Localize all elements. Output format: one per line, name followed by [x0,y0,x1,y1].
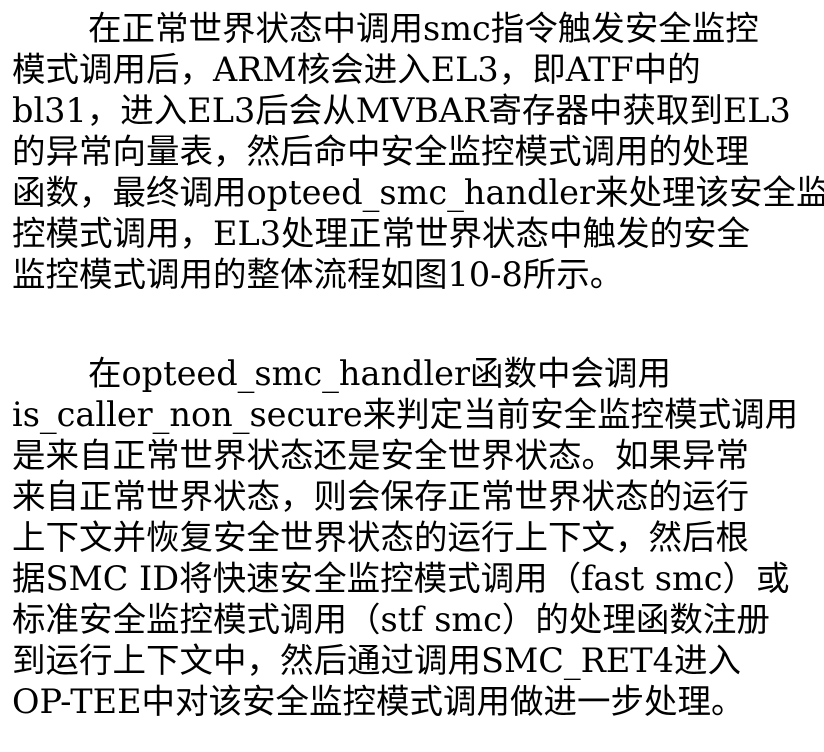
text-line: 是来自正常世界状态还是安全世界状态。如果异常 [12,436,749,475]
text-line: is_caller_non_secure来判定当前安全监控模式调用 [12,395,799,434]
paragraph-smc-flow: 在正常世界状态中调用smc指令触发安全监控 模式调用后，ARM核会进入EL3，即… [12,8,824,295]
paragraph-opteed-handler: 在opteed_smc_handler函数中会调用 is_caller_non_… [12,353,798,722]
text-line: OP-TEE中对该安全监控模式调用做进一步处理。 [12,682,745,721]
text-line: 到运行上下文中，然后通过调用SMC_RET4进入 [12,641,741,680]
text-line: 来自正常世界状态，则会保存正常世界状态的运行 [12,477,749,516]
text-line: 函数，最终调用opteed_smc_handler来处理该安全监 [12,173,824,212]
document-page: 在正常世界状态中调用smc指令触发安全监控 模式调用后，ARM核会进入EL3，即… [0,0,824,752]
text-line: 在opteed_smc_handler函数中会调用 [88,354,672,393]
text-line: 在正常世界状态中调用smc指令触发安全监控 [88,9,759,48]
text-line: 监控模式调用的整体流程如图10-8所示。 [12,255,624,294]
text-line: 模式调用后，ARM核会进入EL3，即ATF中的 [12,50,701,89]
text-line: 据SMC ID将快速安全监控模式调用（fast smc）或 [12,559,790,598]
text-line: 控模式调用，EL3处理正常世界状态中触发的安全 [12,214,751,253]
text-line: bl31，进入EL3后会从MVBAR寄存器中获取到EL3 [12,91,791,130]
text-line: 上下文并恢复安全世界状态的运行上下文，然后根 [12,518,749,557]
text-line: 标准安全监控模式调用（stf smc）的处理函数注册 [12,600,770,639]
text-line: 的异常向量表，然后命中安全监控模式调用的处理 [12,132,749,171]
